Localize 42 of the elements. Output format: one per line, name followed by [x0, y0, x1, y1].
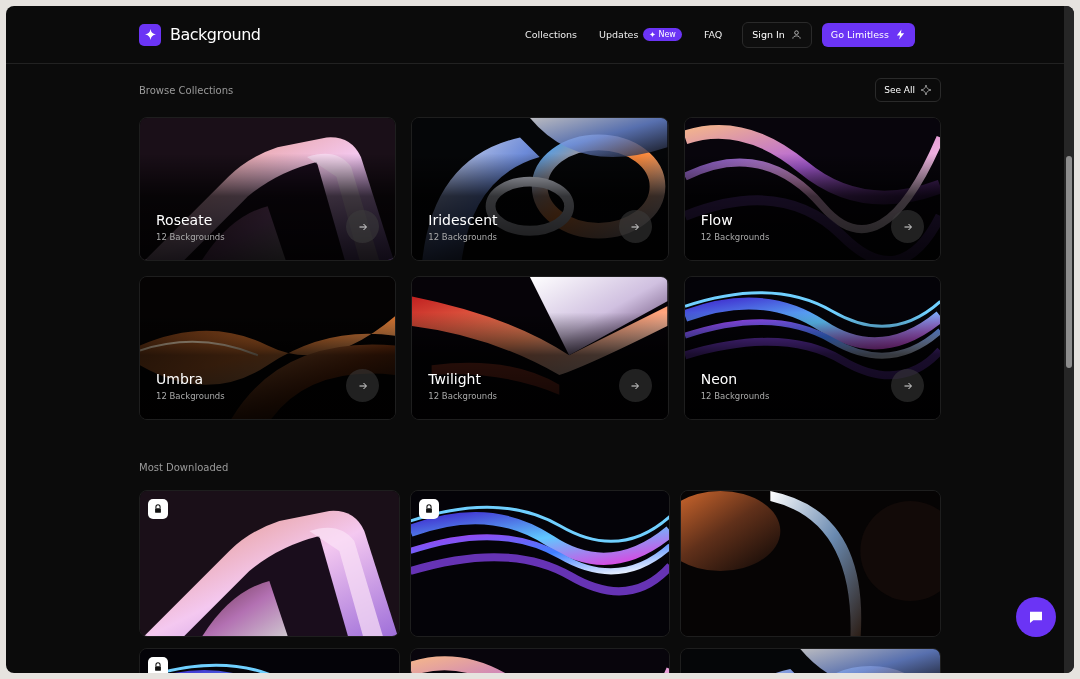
sparkle-icon: [920, 84, 932, 96]
collection-name: Flow: [700, 212, 734, 228]
collection-card[interactable]: Roseate 12 Backgrounds: [139, 117, 397, 261]
collection-count: 12 Backgrounds: [156, 232, 225, 242]
collection-name: Neon: [700, 371, 739, 387]
arrow-button[interactable]: [891, 210, 924, 243]
arrow-button[interactable]: [618, 369, 652, 402]
see-all-button[interactable]: See All: [875, 78, 941, 102]
arrow-button[interactable]: [346, 210, 380, 243]
collection-name: Umbra: [156, 371, 205, 387]
logo-icon: [139, 23, 161, 46]
chat-icon: [1028, 609, 1044, 625]
section-title: Browse Collections: [139, 84, 234, 96]
collection-card[interactable]: Iridescent 12 Backgrounds: [411, 117, 669, 261]
arrow-button[interactable]: [618, 210, 652, 243]
collection-card[interactable]: Twilight 12 Backgrounds: [411, 276, 669, 420]
collection-count: 12 Backgrounds: [156, 391, 225, 401]
collection-card[interactable]: Flow 12 Backgrounds: [683, 117, 941, 261]
chat-button[interactable]: [1016, 597, 1056, 637]
logo-text: Background: [170, 25, 261, 44]
go-limitless-button[interactable]: Go Limitless: [821, 22, 915, 47]
collection-name: Twilight: [428, 371, 482, 387]
collection-name: Roseate: [156, 212, 214, 228]
collection-count: 12 Backgrounds: [700, 232, 770, 242]
arrow-button[interactable]: [891, 369, 924, 402]
collection-card[interactable]: Umbra 12 Backgrounds: [139, 276, 397, 420]
scrollbar-thumb[interactable]: [1066, 156, 1072, 368]
collection-count: 12 Backgrounds: [428, 391, 497, 401]
nav-link[interactable]: FAQ: [703, 29, 723, 40]
collection-count: 12 Backgrounds: [700, 391, 770, 401]
collection-name: Iridescent: [428, 212, 498, 228]
sparkle-icon: [649, 31, 657, 38]
lightning-icon: [895, 29, 906, 40]
nav-link[interactable]: Updates: [599, 29, 639, 40]
arrow-button[interactable]: [346, 369, 380, 402]
nav-link[interactable]: Collections: [525, 29, 578, 40]
collection-count: 12 Backgrounds: [428, 232, 498, 242]
sign-in-button[interactable]: Sign In: [742, 21, 812, 48]
new-badge: New: [643, 28, 682, 41]
collection-card[interactable]: Neon 12 Backgrounds: [683, 276, 941, 420]
section-title: Most Downloaded: [139, 462, 230, 473]
user-icon: [790, 29, 802, 40]
